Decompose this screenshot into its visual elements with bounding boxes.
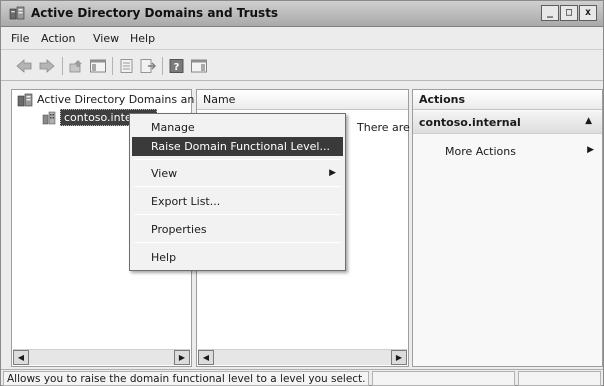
show-hide-action-pane-icon[interactable] <box>190 58 208 74</box>
forward-icon[interactable] <box>38 58 56 74</box>
status-message: Allows you to raise the domain functiona… <box>7 373 366 385</box>
toolbar-separator <box>112 57 113 75</box>
context-menu-separator <box>134 214 341 215</box>
toolbar: ? <box>1 51 603 81</box>
context-menu-label: Properties <box>151 223 207 236</box>
context-menu-item-manage[interactable]: Manage <box>132 118 343 137</box>
menu-view[interactable]: View <box>93 32 119 45</box>
menu-file[interactable]: File <box>11 32 29 45</box>
actions-pane: Actions contoso.internal ▲ More Actions … <box>412 89 603 367</box>
more-actions-link[interactable]: More Actions <box>445 145 516 158</box>
context-menu-item-help[interactable]: Help <box>132 248 343 267</box>
toolbar-separator <box>162 57 163 75</box>
scroll-right-icon[interactable]: ▶ <box>174 350 190 365</box>
toolbar-separator <box>62 57 63 75</box>
list-horizontal-scrollbar[interactable]: ◀ ▶ <box>198 349 407 365</box>
scroll-right-icon[interactable]: ▶ <box>391 350 407 365</box>
menu-action[interactable]: Action <box>41 32 75 45</box>
context-menu-label: Manage <box>151 121 195 134</box>
column-header-label: Name <box>203 93 236 106</box>
help-icon[interactable]: ? <box>168 58 186 74</box>
status-cell-2 <box>372 371 515 386</box>
collapse-icon[interactable]: ▲ <box>585 116 592 126</box>
context-menu-item-properties[interactable]: Properties <box>132 220 343 239</box>
title-bar[interactable]: Active Directory Domains and Trusts _ □ … <box>1 1 603 27</box>
context-menu-label: Export List... <box>151 195 221 208</box>
minimize-button[interactable]: _ <box>541 5 559 21</box>
submenu-arrow-icon: ▶ <box>329 168 336 178</box>
scroll-left-icon[interactable]: ◀ <box>198 350 214 365</box>
show-hide-tree-icon[interactable] <box>89 58 107 74</box>
actions-header-label: Actions <box>419 93 465 106</box>
maximize-button[interactable]: □ <box>560 5 578 21</box>
context-menu-label: View <box>151 167 178 180</box>
ad-domains-trusts-icon <box>17 93 33 107</box>
context-menu-item-view[interactable]: View ▶ <box>132 164 343 183</box>
actions-section-domain[interactable]: contoso.internal ▲ <box>413 112 602 134</box>
actions-header: Actions <box>413 90 602 110</box>
window-title: Active Directory Domains and Trusts <box>31 6 279 20</box>
context-menu-separator <box>134 186 341 187</box>
close-button[interactable]: x <box>579 5 597 21</box>
context-menu-separator <box>134 242 341 243</box>
actions-section-label: contoso.internal <box>419 116 521 129</box>
status-cell-3 <box>518 371 601 386</box>
context-menu-item-raise-domain-functional-level[interactable]: Raise Domain Functional Level... <box>132 137 343 156</box>
svg-text:?: ? <box>174 62 180 73</box>
back-icon[interactable] <box>15 58 33 74</box>
context-menu-label: Raise Domain Functional Level... <box>151 140 330 153</box>
status-bar: Allows you to raise the domain functiona… <box>1 369 603 386</box>
context-menu: Manage Raise Domain Functional Level... … <box>129 113 346 271</box>
tree-horizontal-scrollbar[interactable]: ◀ ▶ <box>13 349 190 365</box>
status-message-cell: Allows you to raise the domain functiona… <box>3 371 369 386</box>
context-menu-separator <box>134 159 341 160</box>
domain-icon <box>42 111 56 125</box>
column-header-name[interactable]: Name <box>197 90 408 110</box>
scroll-left-icon[interactable]: ◀ <box>13 350 29 365</box>
ad-domains-trusts-icon <box>9 6 25 20</box>
tree-root-label: Active Directory Domains an <box>37 93 195 106</box>
export-list-icon[interactable] <box>139 58 157 74</box>
menu-help[interactable]: Help <box>130 32 155 45</box>
submenu-arrow-icon: ▶ <box>587 145 594 155</box>
context-menu-item-export-list[interactable]: Export List... <box>132 192 343 211</box>
up-icon[interactable] <box>68 58 86 74</box>
context-menu-label: Help <box>151 251 177 264</box>
properties-icon[interactable] <box>118 58 136 74</box>
main-window: Active Directory Domains and Trusts _ □ … <box>0 0 604 386</box>
menu-bar: File Action View Help <box>1 28 603 50</box>
